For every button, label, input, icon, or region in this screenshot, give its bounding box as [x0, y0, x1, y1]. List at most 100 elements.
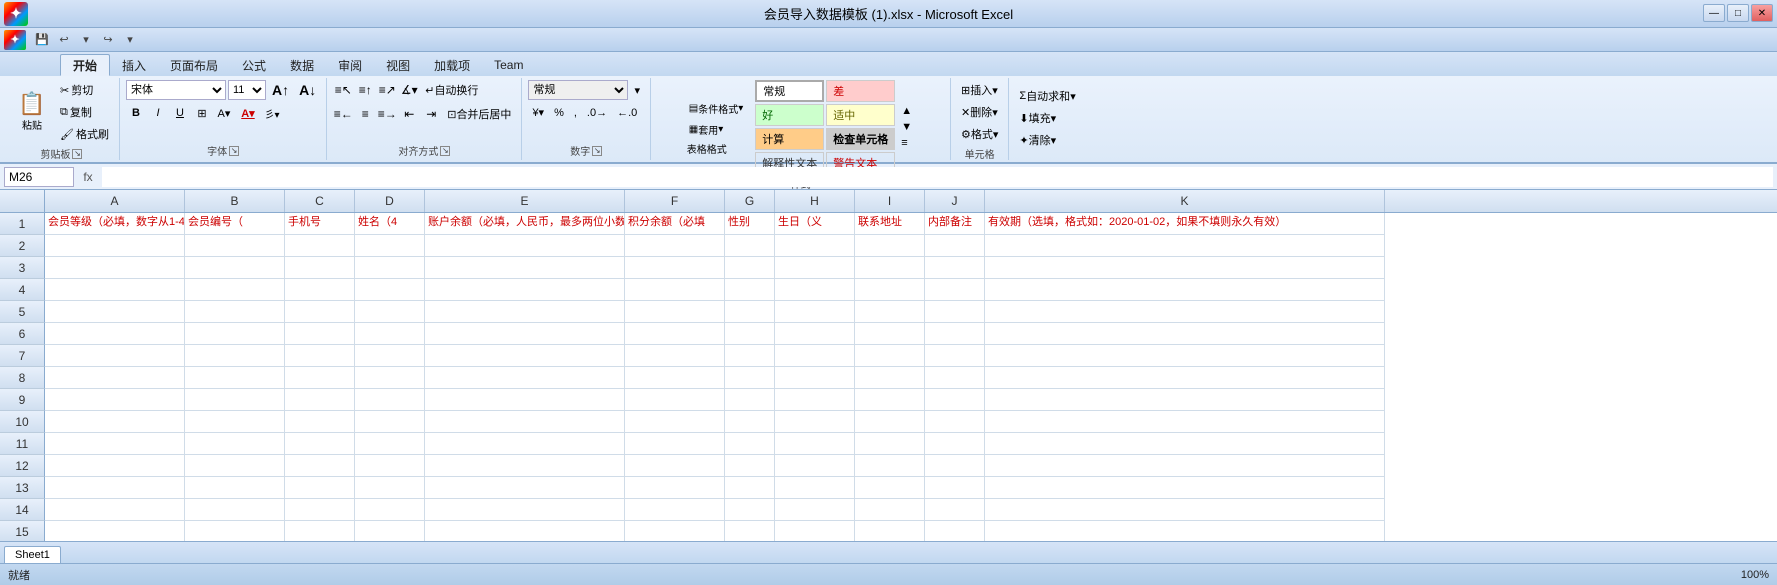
cell-f1[interactable]: 积分余额（必填 — [625, 213, 725, 235]
indent-increase[interactable]: ⇥ — [421, 105, 441, 123]
cell-i10[interactable] — [855, 411, 925, 433]
align-center[interactable]: ≡ — [355, 105, 375, 123]
cell-g6[interactable] — [725, 323, 775, 345]
cell-j10[interactable] — [925, 411, 985, 433]
tab-home[interactable]: 开始 — [60, 54, 110, 76]
bad-style-cell[interactable]: 差 — [826, 80, 895, 102]
cell-h4[interactable] — [775, 279, 855, 301]
delete-cells-button[interactable]: ✕ 删除 ▾ — [957, 102, 1002, 122]
align-top-right[interactable]: ≡↗ — [377, 81, 397, 99]
cell-e2[interactable] — [425, 235, 625, 257]
underline-button[interactable]: U — [170, 104, 190, 122]
cell-c1[interactable]: 手机号 — [285, 213, 355, 235]
check-style-cell[interactable]: 检查单元格 — [826, 128, 895, 150]
cell-c7[interactable] — [285, 345, 355, 367]
cell-f4[interactable] — [625, 279, 725, 301]
col-header-j[interactable]: J — [925, 190, 985, 212]
cell-h15[interactable] — [775, 521, 855, 541]
cell-e9[interactable] — [425, 389, 625, 411]
styles-down[interactable]: ▼ — [897, 119, 916, 135]
cell-j15[interactable] — [925, 521, 985, 541]
cell-k6[interactable] — [985, 323, 1385, 345]
cell-d2[interactable] — [355, 235, 425, 257]
cell-d3[interactable] — [355, 257, 425, 279]
font-color-button[interactable]: A▾ — [236, 104, 260, 122]
cell-j2[interactable] — [925, 235, 985, 257]
maximize-button[interactable]: □ — [1727, 4, 1749, 22]
cell-d11[interactable] — [355, 433, 425, 455]
cell-c5[interactable] — [285, 301, 355, 323]
cell-i9[interactable] — [855, 389, 925, 411]
cell-e14[interactable] — [425, 499, 625, 521]
row-header-4[interactable]: 4 — [0, 279, 45, 301]
cell-h14[interactable] — [775, 499, 855, 521]
cell-g12[interactable] — [725, 455, 775, 477]
cell-b13[interactable] — [185, 477, 285, 499]
row-header-10[interactable]: 10 — [0, 411, 45, 433]
row-header-8[interactable]: 8 — [0, 367, 45, 389]
cell-g3[interactable] — [725, 257, 775, 279]
align-left[interactable]: ≡← — [333, 105, 353, 123]
cell-j12[interactable] — [925, 455, 985, 477]
cell-c15[interactable] — [285, 521, 355, 541]
wrap-text-button[interactable]: ↵ 自动换行 — [421, 80, 482, 100]
currency-button[interactable]: ¥▾ — [528, 104, 548, 121]
cell-f13[interactable] — [625, 477, 725, 499]
italic-button[interactable]: I — [148, 104, 168, 122]
cell-k3[interactable] — [985, 257, 1385, 279]
merge-button[interactable]: ⊡ 合并后居中 — [443, 104, 515, 124]
cell-h8[interactable] — [775, 367, 855, 389]
cell-g10[interactable] — [725, 411, 775, 433]
cell-d15[interactable] — [355, 521, 425, 541]
row-header-15[interactable]: 15 — [0, 521, 45, 541]
cell-d14[interactable] — [355, 499, 425, 521]
tab-team[interactable]: Team — [482, 54, 535, 76]
col-header-f[interactable]: F — [625, 190, 725, 212]
cell-e12[interactable] — [425, 455, 625, 477]
cell-k7[interactable] — [985, 345, 1385, 367]
cell-j11[interactable] — [925, 433, 985, 455]
cell-h7[interactable] — [775, 345, 855, 367]
cell-g9[interactable] — [725, 389, 775, 411]
cell-b6[interactable] — [185, 323, 285, 345]
cell-h12[interactable] — [775, 455, 855, 477]
cell-a1[interactable]: 会员等级（必填，数字从1-4） — [45, 213, 185, 235]
styles-more[interactable]: ≡ — [897, 135, 916, 151]
cell-a15[interactable] — [45, 521, 185, 541]
cell-a10[interactable] — [45, 411, 185, 433]
cell-b2[interactable] — [185, 235, 285, 257]
cell-f8[interactable] — [625, 367, 725, 389]
cell-a7[interactable] — [45, 345, 185, 367]
cell-e11[interactable] — [425, 433, 625, 455]
cell-h9[interactable] — [775, 389, 855, 411]
cell-d4[interactable] — [355, 279, 425, 301]
cell-g8[interactable] — [725, 367, 775, 389]
undo-dropdown[interactable]: ▾ — [76, 31, 96, 49]
cell-a14[interactable] — [45, 499, 185, 521]
fill-button[interactable]: ⬇ 填充 ▾ — [1015, 108, 1079, 128]
cell-i1[interactable]: 联系地址 — [855, 213, 925, 235]
tab-review[interactable]: 审阅 — [326, 54, 374, 76]
minimize-button[interactable]: — — [1703, 4, 1725, 22]
cell-d12[interactable] — [355, 455, 425, 477]
sheet-tab-1[interactable]: Sheet1 — [4, 546, 61, 563]
cell-a5[interactable] — [45, 301, 185, 323]
cell-f6[interactable] — [625, 323, 725, 345]
cell-j6[interactable] — [925, 323, 985, 345]
cell-k10[interactable] — [985, 411, 1385, 433]
col-header-b[interactable]: B — [185, 190, 285, 212]
cell-g11[interactable] — [725, 433, 775, 455]
cell-d10[interactable] — [355, 411, 425, 433]
cell-d7[interactable] — [355, 345, 425, 367]
cell-i5[interactable] — [855, 301, 925, 323]
col-header-g[interactable]: G — [725, 190, 775, 212]
table-style-button[interactable]: ▦ 套用 ▾ — [685, 120, 747, 139]
tab-addins[interactable]: 加载项 — [422, 54, 482, 76]
cell-b5[interactable] — [185, 301, 285, 323]
cell-e7[interactable] — [425, 345, 625, 367]
cell-f9[interactable] — [625, 389, 725, 411]
row-header-6[interactable]: 6 — [0, 323, 45, 345]
cell-i6[interactable] — [855, 323, 925, 345]
cell-i3[interactable] — [855, 257, 925, 279]
cell-e10[interactable] — [425, 411, 625, 433]
